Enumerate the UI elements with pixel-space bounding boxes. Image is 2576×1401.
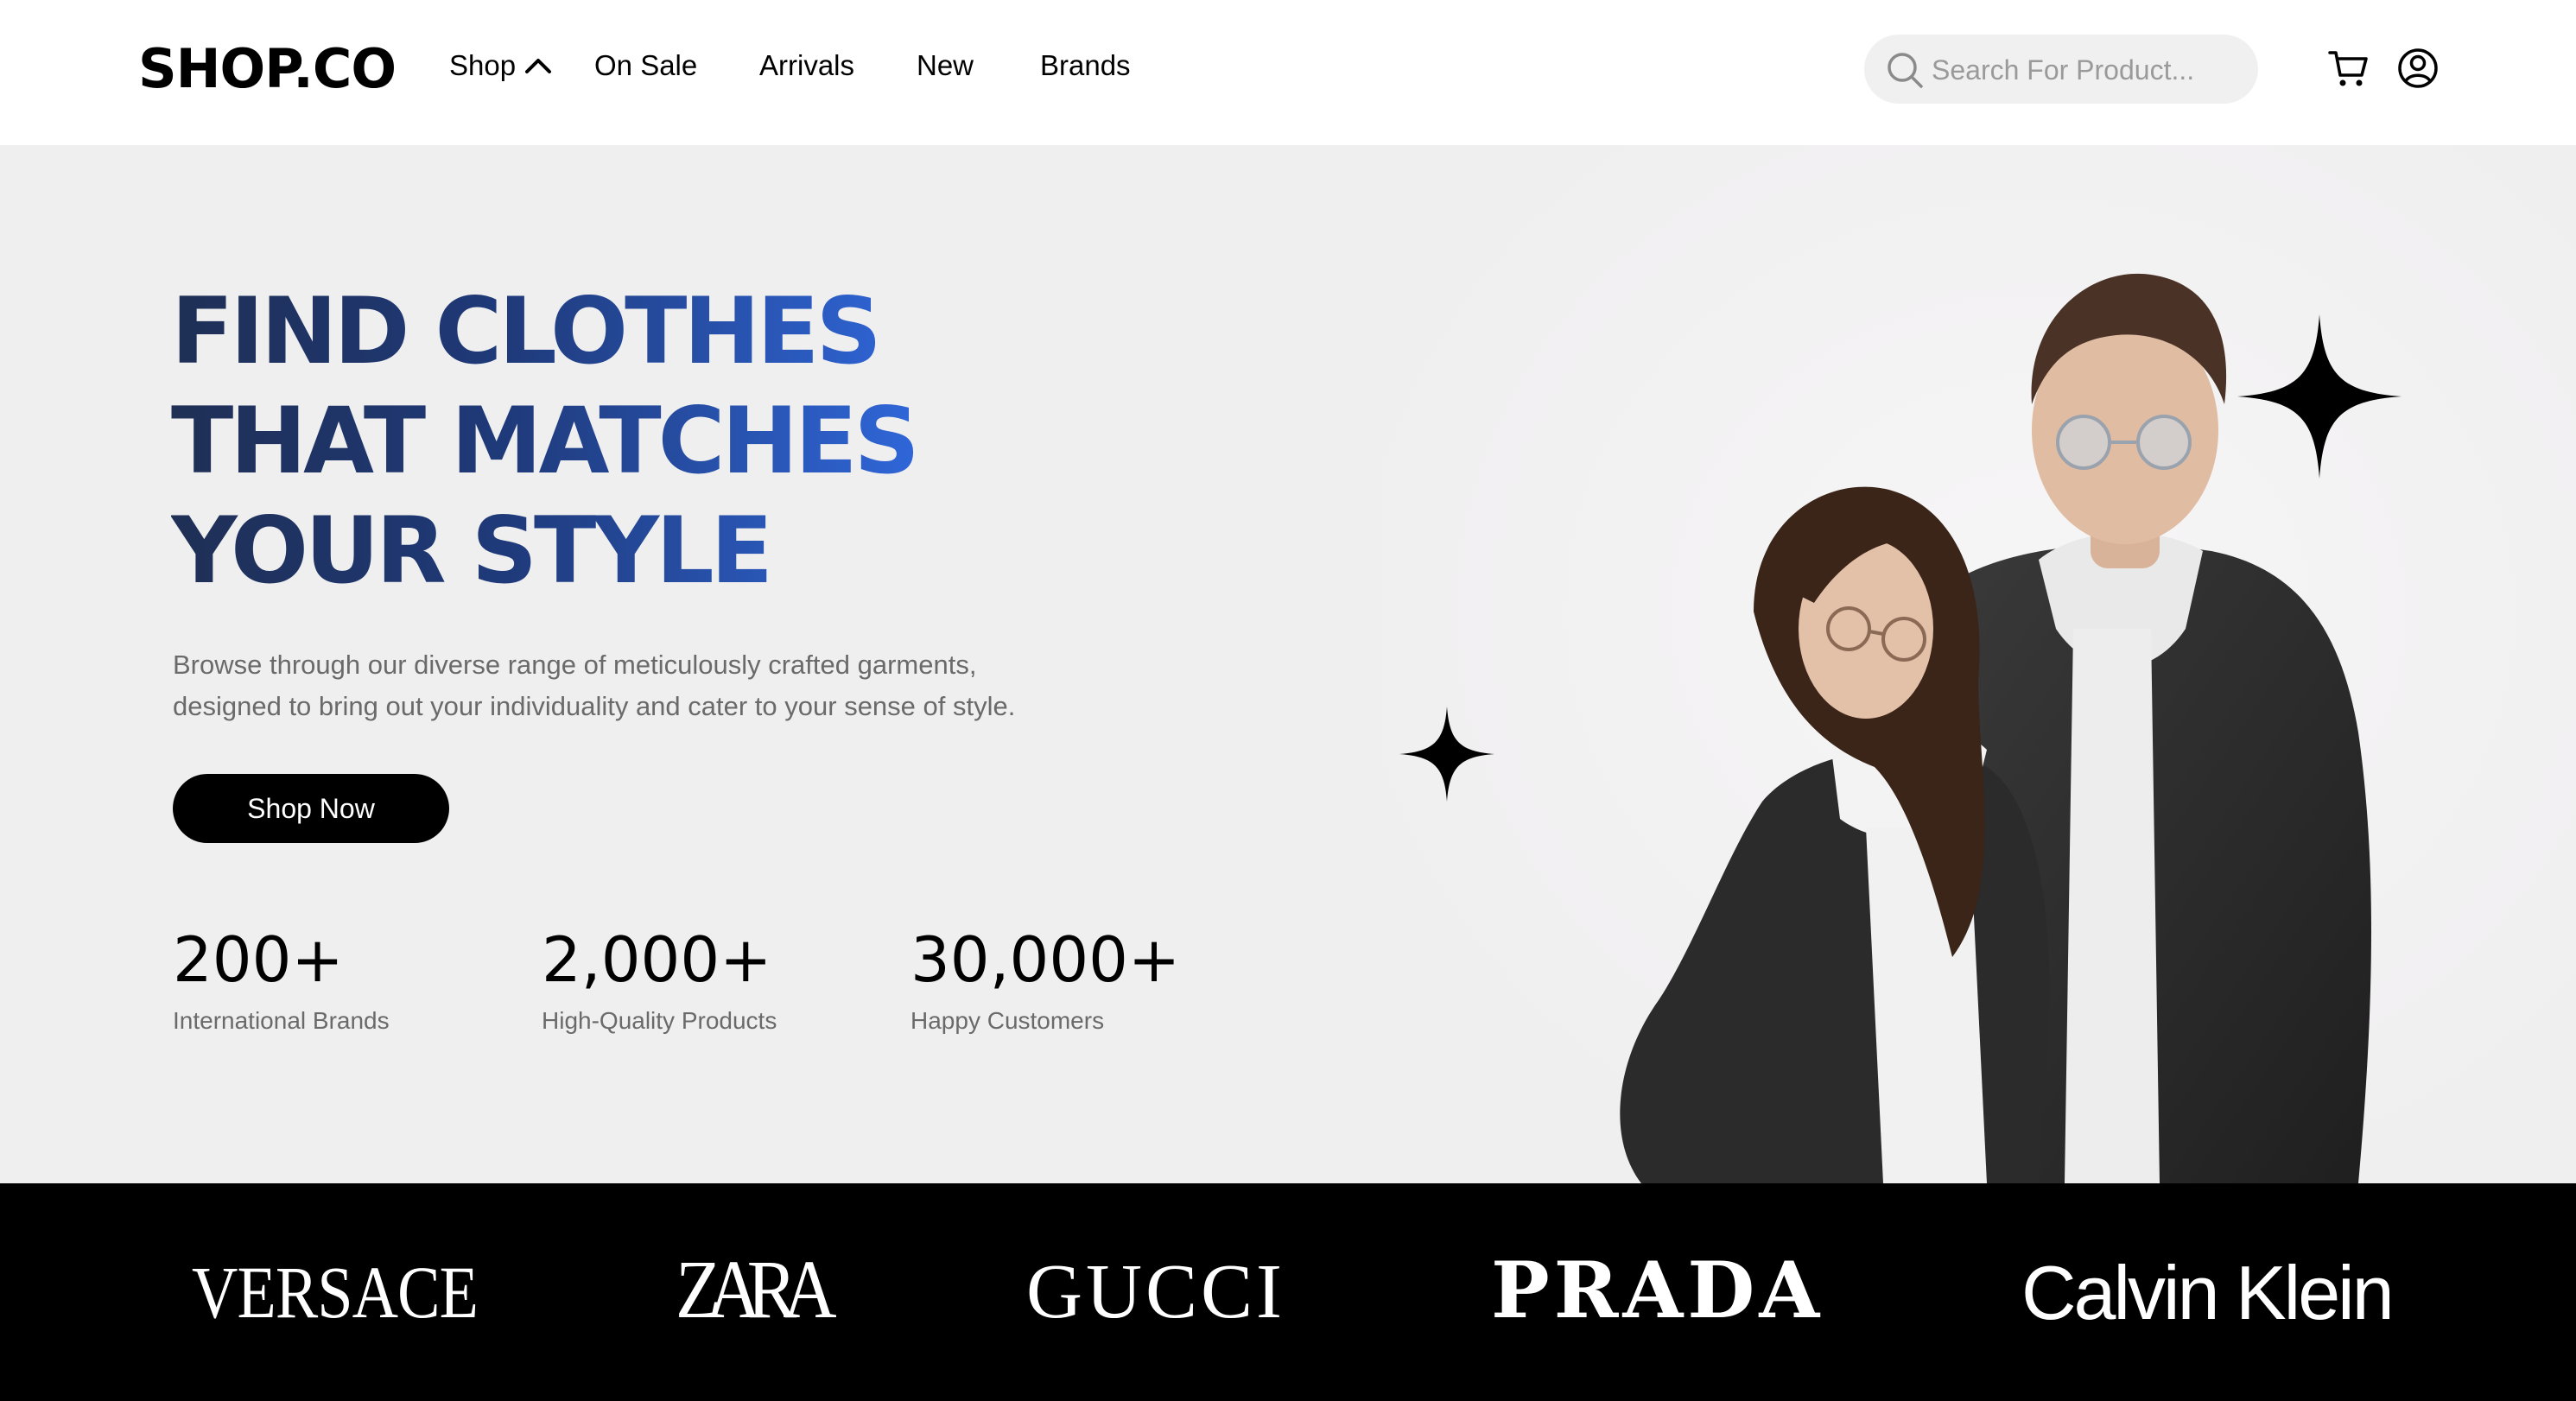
nav-item-new[interactable]: New (917, 47, 974, 85)
account-icon[interactable] (2396, 47, 2440, 90)
chevron-up-icon[interactable] (523, 55, 553, 76)
nav-item-on-sale[interactable]: On Sale (594, 47, 697, 85)
stat-label: International Brands (173, 1007, 390, 1034)
stat-high-quality-products: 2,000+ High-Quality Products (542, 922, 777, 1036)
hero-title: FIND CLOTHES THAT MATCHES YOUR STYLE (171, 276, 917, 605)
stat-happy-customers: 30,000+ Happy Customers (910, 922, 1180, 1036)
search-placeholder: Search For Product... (1932, 54, 2195, 86)
shop-now-button[interactable]: Shop Now (173, 774, 449, 843)
brand-logo-prada[interactable]: PRADA (1491, 1247, 1824, 1334)
sparkle-icon (2237, 314, 2402, 479)
brand-logos-bar: VERSACE ZARA GUCCI PRADA Calvin Klein (0, 1183, 2576, 1401)
hero-title-line: THAT MATCHES (171, 388, 917, 494)
stat-label: High-Quality Products (542, 1007, 777, 1034)
brand-logo-versace[interactable]: VERSACE (192, 1251, 479, 1334)
top-nav-bar: SHOP.CO Shop On Sale Arrivals New Brands… (0, 0, 2576, 145)
site-logo[interactable]: SHOP.CO (138, 38, 397, 100)
brand-logo-zara[interactable]: ZARA (676, 1244, 837, 1335)
nav-item-brands[interactable]: Brands (1040, 47, 1131, 85)
stat-label: Happy Customers (910, 1007, 1105, 1034)
hero-title-line: FIND CLOTHES (171, 278, 879, 384)
cart-icon[interactable] (2327, 47, 2370, 90)
stat-value: 200+ (173, 923, 344, 996)
nav-item-shop[interactable]: Shop (449, 47, 516, 85)
hero-title-line: YOUR STYLE (171, 498, 771, 604)
stat-value: 30,000+ (910, 923, 1181, 996)
search-icon (1888, 53, 1923, 88)
nav-item-arrivals[interactable]: Arrivals (759, 47, 854, 85)
brand-logo-calvin-klein[interactable]: Calvin Klein (2021, 1251, 2395, 1335)
search-input[interactable]: Search For Product... (1864, 35, 2258, 104)
brand-logo-gucci[interactable]: GUCCI (1026, 1249, 1285, 1335)
hero-section: FIND CLOTHES THAT MATCHES YOUR STYLE Bro… (0, 145, 2576, 1183)
stat-value: 2,000+ (542, 923, 772, 996)
hero-subtitle: Browse through our diverse range of meti… (173, 650, 1016, 721)
stat-international-brands: 200+ International Brands (173, 922, 390, 1036)
sparkle-icon (1399, 707, 1494, 802)
hero-model-photo (1382, 145, 2576, 1183)
